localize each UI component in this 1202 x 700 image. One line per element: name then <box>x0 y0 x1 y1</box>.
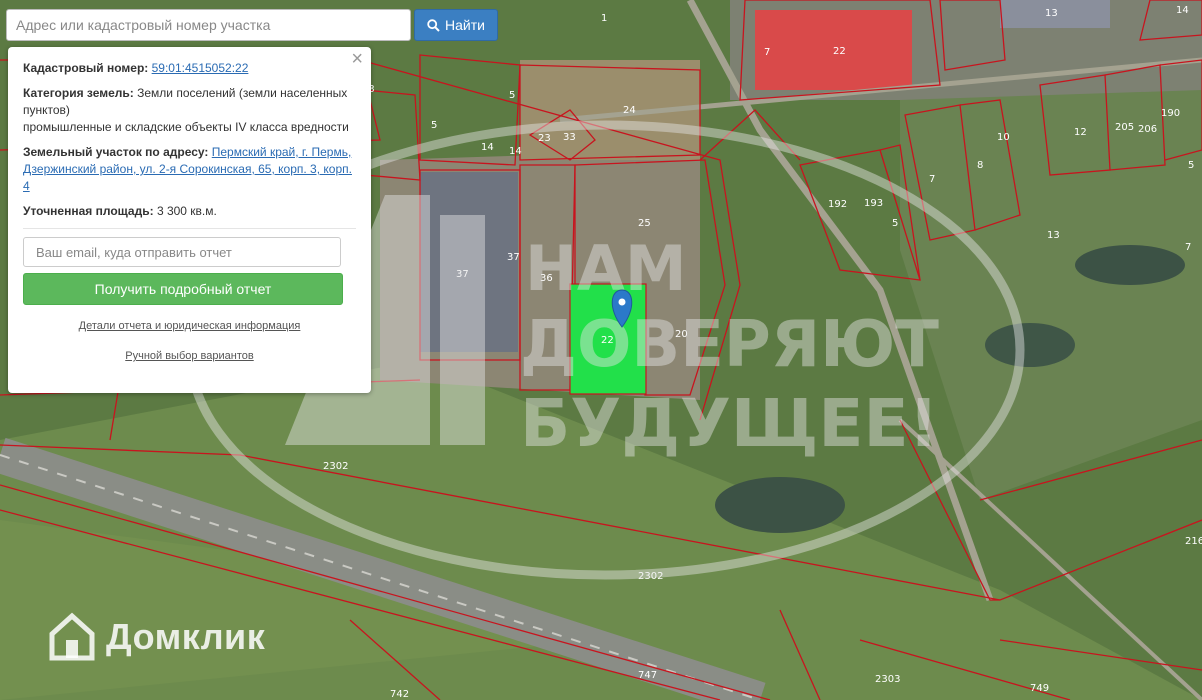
house-icon <box>49 612 95 661</box>
parcel-number: 749 <box>1030 683 1049 694</box>
email-field[interactable] <box>23 237 341 267</box>
category-row: Категория земель: Земли поселений (земли… <box>23 85 356 136</box>
parcel-number: 22 <box>833 46 846 57</box>
parcel-number: 13 <box>1045 8 1058 19</box>
area-value: 3 300 кв.м. <box>156 204 217 218</box>
manual-selection-link[interactable]: Ручной выбор вариантов <box>23 348 356 365</box>
parcel-number: 37 <box>507 252 520 263</box>
brand-name: Домклик <box>106 616 266 657</box>
parcel-number: 1 <box>601 13 607 24</box>
cadastral-number-link[interactable]: 59:01:4515052:22 <box>152 61 249 75</box>
parcel-number: 8 <box>977 160 983 171</box>
parcel-number: 5 <box>892 218 898 229</box>
parcel-number: 14 <box>481 142 494 153</box>
parcel-number: 192 <box>828 199 847 210</box>
parcel-number: 25 <box>638 218 651 229</box>
category-extra: промышленные и складские объекты IV клас… <box>23 120 349 134</box>
parcel-number: 33 <box>563 132 576 143</box>
parcel-number: 7 <box>1185 242 1191 253</box>
search-input[interactable] <box>6 9 411 41</box>
category-label: Категория земель: <box>23 86 134 100</box>
search-bar: Найти <box>6 9 498 41</box>
close-icon[interactable]: × <box>351 49 363 69</box>
parcel-number: 14 <box>1176 5 1189 16</box>
search-icon <box>427 18 440 32</box>
parcel-number: 5 <box>509 90 515 101</box>
parcel-number: 216 <box>1185 536 1202 547</box>
parcel-number: 742 <box>390 689 409 700</box>
parcel-number: 206 <box>1138 124 1157 135</box>
pond-3 <box>985 323 1075 367</box>
parcel-number: 193 <box>864 198 883 209</box>
parcel-number: 747 <box>638 670 657 681</box>
cadastral-row: Кадастровый номер: 59:01:4515052:22 <box>23 60 356 77</box>
parcel-number: 10 <box>997 132 1010 143</box>
parcel-number: 12 <box>1074 127 1087 138</box>
parcel-number: 14 <box>509 146 522 157</box>
search-button[interactable]: Найти <box>414 9 498 41</box>
parcel-number: 7 <box>764 47 770 58</box>
parcel-number: 5 <box>431 120 437 131</box>
watermark-line-3: БУДУЩЕЕ! <box>520 385 939 462</box>
parcel-number: 190 <box>1161 108 1180 119</box>
area-label: Уточненная площадь: <box>23 204 154 218</box>
watermark-line-2: ДОВЕРЯЮТ <box>520 308 939 382</box>
watermark-line-1: НАМ <box>525 232 687 305</box>
divider <box>23 228 356 229</box>
pond-2 <box>1075 245 1185 285</box>
area-row: Уточненная площадь: 3 300 кв.м. <box>23 203 356 220</box>
domklik-logo: Домклик <box>48 612 265 662</box>
pond <box>715 477 845 533</box>
parcel-number: 2303 <box>875 674 900 685</box>
search-button-label: Найти <box>445 17 485 33</box>
parcel-number: 2302 <box>323 461 348 472</box>
parcel-number: 13 <box>1047 230 1060 241</box>
parcel-number: 7 <box>929 174 935 185</box>
parcel-number: 5 <box>1188 160 1194 171</box>
address-label: Земельный участок по адресу: <box>23 145 209 159</box>
address-row: Земельный участок по адресу: Пермский кр… <box>23 144 356 195</box>
cadastral-label: Кадастровый номер: <box>23 61 149 75</box>
parcel-number: 205 <box>1115 122 1134 133</box>
parcel-number: 23 <box>538 133 551 144</box>
parcel-number: 24 <box>623 105 636 116</box>
report-details-link[interactable]: Детали отчета и юридическая информация <box>23 318 356 335</box>
parcel-info-panel: × Кадастровый номер: 59:01:4515052:22 Ка… <box>8 47 371 393</box>
get-report-button[interactable]: Получить подробный отчет <box>23 273 343 305</box>
